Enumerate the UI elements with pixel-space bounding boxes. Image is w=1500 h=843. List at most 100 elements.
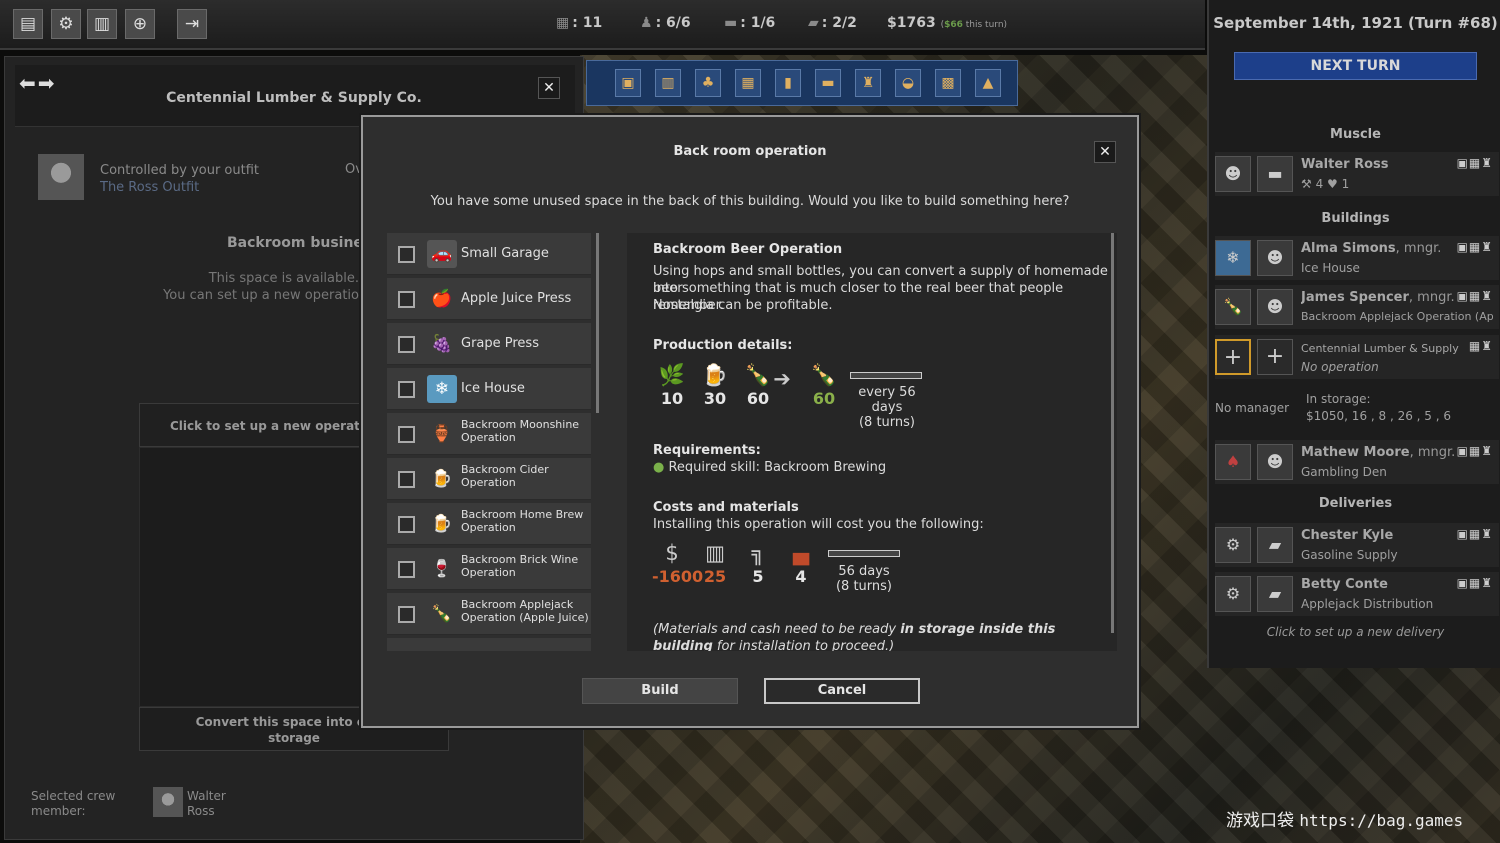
building-row-selected[interactable]: + + Centennial Lumber & Supply No operat…: [1215, 335, 1499, 379]
operation-list[interactable]: 🚗 Small Garage 🍎 Apple Juice Press 🍇 Gra…: [387, 233, 597, 651]
crew-view-icon[interactable]: ⚙: [51, 9, 81, 39]
building-operation: No operation: [1301, 360, 1379, 374]
plus-icon[interactable]: +: [1215, 339, 1251, 375]
strip-item-icon[interactable]: ▥: [655, 69, 681, 97]
building-operation: Gambling Den: [1301, 465, 1387, 479]
delivery-row[interactable]: ⚙ ▰ Betty Conte Applejack Distribution ▣…: [1215, 572, 1499, 616]
detail-title: Backroom Beer Operation: [653, 242, 843, 257]
strip-item-icon[interactable]: ▬: [815, 69, 841, 97]
row-actions-icon[interactable]: ▣▦♜: [1457, 240, 1493, 254]
top-toolbar: ▤ ⚙ ▥ ⊕ ⇥ ▦: 11 ♟: 6/6 ▬: 1/6 ▰: 2/2 $17…: [0, 0, 1205, 50]
option-checkbox[interactable]: [398, 426, 415, 443]
strip-item-icon[interactable]: ◒: [895, 69, 921, 97]
option-checkbox[interactable]: [398, 336, 415, 353]
manager-portrait-icon: ☻: [1257, 240, 1293, 276]
dialog-title: Back room operation: [673, 144, 827, 159]
crew-avatar[interactable]: [153, 787, 183, 817]
close-dialog-button[interactable]: ✕: [1094, 141, 1116, 163]
strip-item-icon[interactable]: ♣: [695, 69, 721, 97]
row-actions-icon[interactable]: ▣▦♜: [1457, 289, 1493, 303]
row-actions-icon[interactable]: ▣▦♜: [1457, 527, 1493, 541]
option-checkbox[interactable]: [398, 606, 415, 623]
stat-trucks: ▰: 2/2: [808, 15, 857, 31]
muscle-row[interactable]: ☻ ▬ Walter Ross ⚒ 4 ♥ 1 ▣▦♜: [1215, 152, 1499, 196]
interval-turns: (8 turns): [858, 415, 915, 430]
crew-icon: ♟: [640, 15, 653, 31]
delivery-route: Applejack Distribution: [1301, 597, 1434, 611]
input-amount: 10: [660, 389, 684, 408]
stat-vehicles: ▬: 1/6: [724, 15, 776, 31]
map-view-icon[interactable]: ▤: [13, 9, 43, 39]
install-turns: (8 turns): [835, 579, 892, 594]
strip-item-icon[interactable]: ▦: [735, 69, 761, 97]
option-label: Ice House: [461, 381, 525, 396]
stat-cash: $1763 ($66 this turn): [887, 15, 1008, 31]
option-home-brew[interactable]: 🍺 Backroom Home Brew Operation: [387, 503, 591, 545]
delivery-row[interactable]: ⚙ ▰ Chester Kyle Gasoline Supply ▣▦♜: [1215, 523, 1499, 567]
cash-icon: $: [665, 541, 679, 565]
cancel-button[interactable]: Cancel: [764, 678, 920, 704]
option-partial[interactable]: [387, 638, 591, 651]
install-duration: 56 days (8 turns): [819, 564, 909, 594]
building-operation: Ice House: [1301, 261, 1360, 275]
option-small-garage[interactable]: 🚗 Small Garage: [387, 233, 591, 275]
build-button[interactable]: Build: [582, 678, 738, 704]
option-apple-juice-press[interactable]: 🍎 Apple Juice Press: [387, 278, 591, 320]
ledger-icon[interactable]: ▥: [87, 9, 117, 39]
option-moonshine[interactable]: 🏺 Backroom Moonshine Operation: [387, 413, 591, 455]
exit-icon[interactable]: ⇥: [177, 9, 207, 39]
beer-output-icon: 🍾: [810, 363, 838, 387]
row-actions-icon[interactable]: ▣▦♜: [1457, 444, 1493, 458]
watermark-cn: 游戏口袋: [1226, 811, 1294, 831]
building-icon-strip: ▣ ▥ ♣ ▦ ▮ ▬ ♜ ◒ ▩ ▲: [586, 60, 1018, 106]
cost-amount: -1600: [652, 567, 704, 586]
option-checkbox[interactable]: [398, 471, 415, 488]
option-ice-house[interactable]: ❄ Ice House: [387, 368, 591, 410]
stat-buildings: ▦: 11: [556, 15, 603, 31]
row-actions-icon[interactable]: ▣▦♜: [1457, 156, 1493, 170]
cost-amount: 4: [795, 567, 807, 586]
option-brick-wine[interactable]: 🍷 Backroom Brick Wine Operation: [387, 548, 591, 590]
strip-item-icon[interactable]: ▩: [935, 69, 961, 97]
option-checkbox[interactable]: [398, 516, 415, 533]
production-progress: [850, 372, 922, 379]
list-scrollbar[interactable]: [596, 233, 599, 413]
new-delivery-link[interactable]: Click to set up a new delivery: [1209, 625, 1500, 639]
option-label: Backroom Brick Wine Operation: [461, 553, 579, 579]
building-row[interactable]: 🍾 ☻ James Spencer, mngr. Backroom Applej…: [1215, 285, 1499, 329]
outfit-link[interactable]: The Ross Outfit: [100, 179, 259, 196]
setup-operation-button[interactable]: Click to set up a new operation: [139, 403, 369, 447]
option-cider[interactable]: 🍺 Backroom Cider Operation: [387, 458, 591, 500]
option-grape-press[interactable]: 🍇 Grape Press: [387, 323, 591, 365]
building-row[interactable]: ♠ ☻ Mathew Moore, mngr. Gambling Den ▣▦♜: [1215, 440, 1499, 484]
option-applejack[interactable]: 🍾 Backroom Applejack Operation (Apple Ju…: [387, 593, 591, 635]
dialog-question: You have some unused space in the back o…: [430, 194, 1070, 209]
plus-icon[interactable]: +: [1257, 339, 1293, 375]
availability-text: This space is available. You can set up …: [163, 270, 359, 304]
detail-desc-3: Nostalgia can be profitable.: [653, 298, 833, 313]
availability-line-1: This space is available.: [208, 271, 359, 286]
option-checkbox[interactable]: [398, 246, 415, 263]
backroom-business-heading: Backroom business: [227, 235, 380, 251]
next-turn-button[interactable]: NEXT TURN: [1234, 52, 1477, 80]
strip-item-icon[interactable]: ▮: [775, 69, 801, 97]
availability-line-2: You can set up a new operatio: [163, 288, 359, 303]
strip-item-icon[interactable]: ▲: [975, 69, 1001, 97]
strip-item-icon[interactable]: ▣: [615, 69, 641, 97]
option-checkbox[interactable]: [398, 561, 415, 578]
ice-house-icon: ❄: [1215, 240, 1251, 276]
option-checkbox[interactable]: [398, 291, 415, 308]
install-days: 56 days: [838, 564, 890, 579]
row-actions-icon[interactable]: ▣▦♜: [1457, 576, 1493, 590]
strip-item-icon[interactable]: ♜: [855, 69, 881, 97]
row-actions-icon[interactable]: ▦♜: [1469, 339, 1493, 353]
truck-icon: ▰: [1257, 576, 1293, 612]
option-checkbox[interactable]: [398, 381, 415, 398]
controlled-text: Controlled by your outfit: [100, 163, 260, 178]
building-row[interactable]: ❄ ☻ Alma Simons, mngr. Ice House ▣▦♜: [1215, 236, 1499, 280]
detail-scrollbar[interactable]: [1111, 233, 1114, 633]
close-icon: ✕: [543, 80, 555, 96]
close-panel-button[interactable]: ✕: [538, 77, 560, 99]
cost-item: ▄ 4: [781, 539, 821, 586]
add-building-icon[interactable]: ⊕: [125, 9, 155, 39]
